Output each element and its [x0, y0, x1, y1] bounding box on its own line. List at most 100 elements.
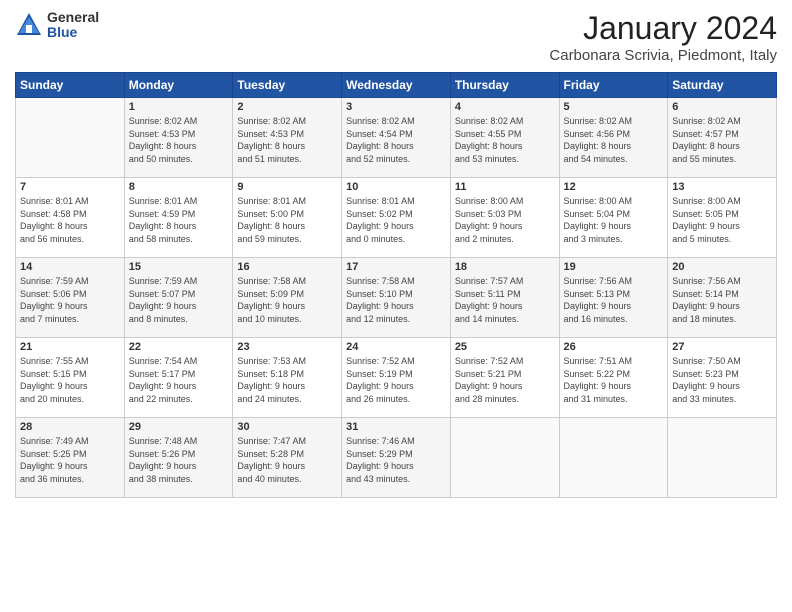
- day-info: Sunrise: 7:58 AM Sunset: 5:10 PM Dayligh…: [346, 275, 446, 325]
- cell-2-4: 18Sunrise: 7:57 AM Sunset: 5:11 PM Dayli…: [450, 258, 559, 338]
- day-number: 22: [129, 341, 229, 353]
- cell-1-1: 8Sunrise: 8:01 AM Sunset: 4:59 PM Daylig…: [124, 178, 233, 258]
- day-info: Sunrise: 7:50 AM Sunset: 5:23 PM Dayligh…: [672, 355, 772, 405]
- day-number: 28: [20, 421, 120, 433]
- day-number: 16: [237, 261, 337, 273]
- day-info: Sunrise: 7:59 AM Sunset: 5:07 PM Dayligh…: [129, 275, 229, 325]
- cell-4-3: 31 Sunrise: 7:46 AM Sunset: 5:29 PM Dayli…: [342, 418, 451, 498]
- day-info: Sunrise: 7:48 AM Sunset: 5:26 PM Dayligh…: [129, 435, 229, 485]
- cell-2-3: 17 Sunrise: 7:58 AM Sunset: 5:10 PM Dayli…: [342, 258, 451, 338]
- day-info: Sunrise: 8:02 AM Sunset: 4:56 PM Dayligh…: [564, 115, 664, 165]
- cell-3-2: 23Sunrise: 7:53 AM Sunset: 5:18 PM Dayli…: [233, 338, 342, 418]
- cell-1-2: 9Sunrise: 8:01 AM Sunset: 5:00 PM Daylig…: [233, 178, 342, 258]
- cell-0-6: 6 Sunrise: 8:02 AM Sunset: 4:57 PM Daylig…: [668, 98, 777, 178]
- day-info: Sunrise: 8:02 AM Sunset: 4:53 PM Dayligh…: [129, 115, 229, 165]
- day-info: Sunrise: 7:58 AM Sunset: 5:09 PM Dayligh…: [237, 275, 337, 325]
- day-number: 30: [237, 421, 337, 433]
- day-number: 25: [455, 341, 555, 353]
- day-number: 15: [129, 261, 229, 273]
- day-number: 14: [20, 261, 120, 273]
- week-row-1: 7 Sunrise: 8:01 AM Sunset: 4:58 PM Daylig…: [16, 178, 777, 258]
- cell-0-3: 3 Sunrise: 8:02 AM Sunset: 4:54 PM Daylig…: [342, 98, 451, 178]
- day-info: Sunrise: 8:00 AM Sunset: 5:04 PM Dayligh…: [564, 195, 664, 245]
- page: General Blue January 2024 Carbonara Scri…: [0, 0, 792, 612]
- header-row: SundayMondayTuesdayWednesdayThursdayFrid…: [16, 73, 777, 98]
- cell-1-6: 13Sunrise: 8:00 AM Sunset: 5:05 PM Dayli…: [668, 178, 777, 258]
- cell-3-0: 21 Sunrise: 7:55 AM Sunset: 5:15 PM Dayli…: [16, 338, 125, 418]
- day-number: 10: [346, 181, 446, 193]
- cell-0-5: 5Sunrise: 8:02 AM Sunset: 4:56 PM Daylig…: [559, 98, 668, 178]
- cell-4-0: 28 Sunrise: 7:49 AM Sunset: 5:25 PM Dayli…: [16, 418, 125, 498]
- cell-0-1: 1 Sunrise: 8:02 AM Sunset: 4:53 PM Daylig…: [124, 98, 233, 178]
- day-number: 29: [129, 421, 229, 433]
- logo-general: General: [47, 10, 99, 25]
- day-info: Sunrise: 7:55 AM Sunset: 5:15 PM Dayligh…: [20, 355, 120, 405]
- logo-text: General Blue: [47, 10, 99, 41]
- day-number: 24: [346, 341, 446, 353]
- month-title: January 2024: [549, 10, 777, 47]
- day-number: 4: [455, 101, 555, 113]
- cell-1-0: 7 Sunrise: 8:01 AM Sunset: 4:58 PM Daylig…: [16, 178, 125, 258]
- cell-2-0: 14 Sunrise: 7:59 AM Sunset: 5:06 PM Dayli…: [16, 258, 125, 338]
- cell-3-6: 27Sunrise: 7:50 AM Sunset: 5:23 PM Dayli…: [668, 338, 777, 418]
- cell-4-1: 29 Sunrise: 7:48 AM Sunset: 5:26 PM Dayli…: [124, 418, 233, 498]
- cell-2-1: 15 Sunrise: 7:59 AM Sunset: 5:07 PM Dayli…: [124, 258, 233, 338]
- week-row-2: 14 Sunrise: 7:59 AM Sunset: 5:06 PM Dayli…: [16, 258, 777, 338]
- col-header-tuesday: Tuesday: [233, 73, 342, 98]
- day-info: Sunrise: 8:02 AM Sunset: 4:53 PM Dayligh…: [237, 115, 337, 165]
- week-row-0: 1 Sunrise: 8:02 AM Sunset: 4:53 PM Daylig…: [16, 98, 777, 178]
- day-number: 18: [455, 261, 555, 273]
- col-header-friday: Friday: [559, 73, 668, 98]
- cell-1-4: 11Sunrise: 8:00 AM Sunset: 5:03 PM Dayli…: [450, 178, 559, 258]
- cell-0-4: 4 Sunrise: 8:02 AM Sunset: 4:55 PM Daylig…: [450, 98, 559, 178]
- cell-1-5: 12 Sunrise: 8:00 AM Sunset: 5:04 PM Dayli…: [559, 178, 668, 258]
- cell-3-5: 26 Sunrise: 7:51 AM Sunset: 5:22 PM Dayli…: [559, 338, 668, 418]
- day-info: Sunrise: 7:54 AM Sunset: 5:17 PM Dayligh…: [129, 355, 229, 405]
- cell-4-4: [450, 418, 559, 498]
- day-info: Sunrise: 8:02 AM Sunset: 4:57 PM Dayligh…: [672, 115, 772, 165]
- day-info: Sunrise: 7:47 AM Sunset: 5:28 PM Dayligh…: [237, 435, 337, 485]
- day-info: Sunrise: 8:02 AM Sunset: 4:54 PM Dayligh…: [346, 115, 446, 165]
- logo-blue: Blue: [47, 25, 99, 40]
- day-number: 8: [129, 181, 229, 193]
- day-number: 31: [346, 421, 446, 433]
- week-row-3: 21 Sunrise: 7:55 AM Sunset: 5:15 PM Dayli…: [16, 338, 777, 418]
- week-row-4: 28 Sunrise: 7:49 AM Sunset: 5:25 PM Dayli…: [16, 418, 777, 498]
- day-number: 11: [455, 181, 555, 193]
- day-info: Sunrise: 8:01 AM Sunset: 5:00 PM Dayligh…: [237, 195, 337, 245]
- day-number: 26: [564, 341, 664, 353]
- calendar-table: SundayMondayTuesdayWednesdayThursdayFrid…: [15, 72, 777, 498]
- cell-2-5: 19Sunrise: 7:56 AM Sunset: 5:13 PM Dayli…: [559, 258, 668, 338]
- cell-3-3: 24 Sunrise: 7:52 AM Sunset: 5:19 PM Dayli…: [342, 338, 451, 418]
- day-number: 19: [564, 261, 664, 273]
- cell-3-1: 22 Sunrise: 7:54 AM Sunset: 5:17 PM Dayli…: [124, 338, 233, 418]
- day-number: 6: [672, 101, 772, 113]
- day-number: 3: [346, 101, 446, 113]
- col-header-sunday: Sunday: [16, 73, 125, 98]
- day-number: 21: [20, 341, 120, 353]
- header: General Blue January 2024 Carbonara Scri…: [15, 10, 777, 64]
- day-info: Sunrise: 7:46 AM Sunset: 5:29 PM Dayligh…: [346, 435, 446, 485]
- day-info: Sunrise: 7:59 AM Sunset: 5:06 PM Dayligh…: [20, 275, 120, 325]
- logo-icon: [15, 11, 43, 39]
- day-info: Sunrise: 7:52 AM Sunset: 5:19 PM Dayligh…: [346, 355, 446, 405]
- day-info: Sunrise: 8:02 AM Sunset: 4:55 PM Dayligh…: [455, 115, 555, 165]
- col-header-monday: Monday: [124, 73, 233, 98]
- day-info: Sunrise: 7:53 AM Sunset: 5:18 PM Dayligh…: [237, 355, 337, 405]
- cell-2-6: 20Sunrise: 7:56 AM Sunset: 5:14 PM Dayli…: [668, 258, 777, 338]
- col-header-thursday: Thursday: [450, 73, 559, 98]
- day-number: 12: [564, 181, 664, 193]
- day-info: Sunrise: 7:52 AM Sunset: 5:21 PM Dayligh…: [455, 355, 555, 405]
- day-number: 1: [129, 101, 229, 113]
- day-info: Sunrise: 8:01 AM Sunset: 4:58 PM Dayligh…: [20, 195, 120, 245]
- day-number: 2: [237, 101, 337, 113]
- logo: General Blue: [15, 10, 99, 41]
- col-header-saturday: Saturday: [668, 73, 777, 98]
- cell-4-2: 30 Sunrise: 7:47 AM Sunset: 5:28 PM Dayli…: [233, 418, 342, 498]
- day-info: Sunrise: 7:51 AM Sunset: 5:22 PM Dayligh…: [564, 355, 664, 405]
- cell-0-2: 2 Sunrise: 8:02 AM Sunset: 4:53 PM Daylig…: [233, 98, 342, 178]
- day-number: 17: [346, 261, 446, 273]
- title-block: January 2024 Carbonara Scrivia, Piedmont…: [549, 10, 777, 64]
- day-info: Sunrise: 7:49 AM Sunset: 5:25 PM Dayligh…: [20, 435, 120, 485]
- day-number: 7: [20, 181, 120, 193]
